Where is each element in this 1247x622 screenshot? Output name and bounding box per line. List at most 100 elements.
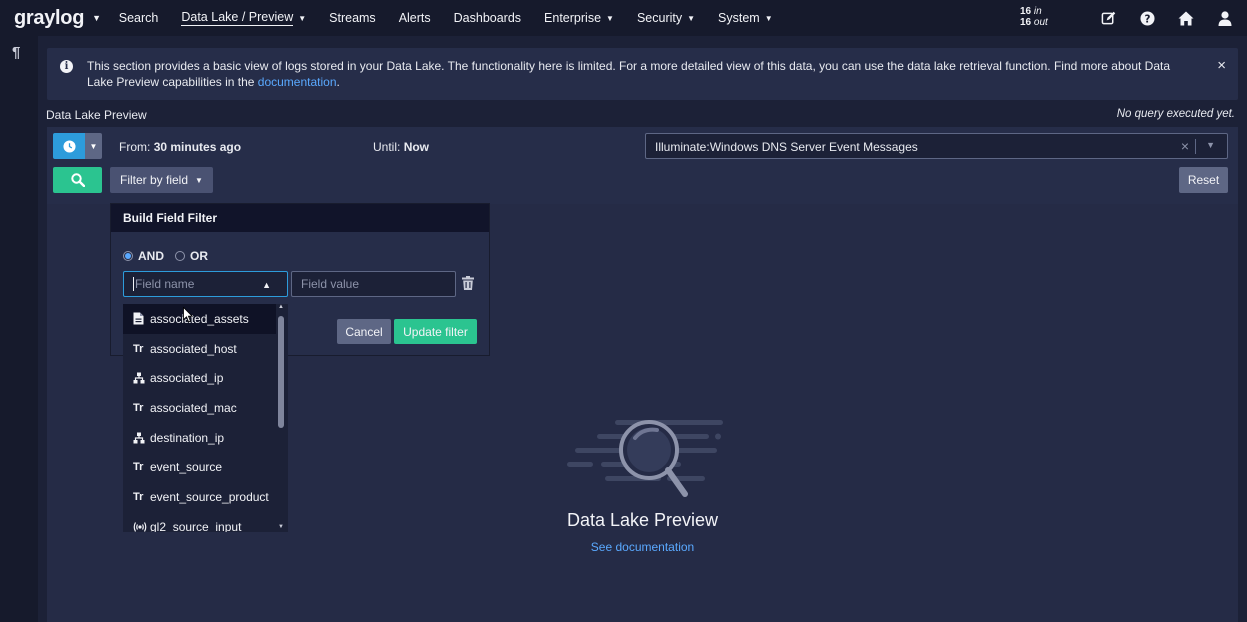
trash-icon[interactable]: [462, 276, 474, 290]
logic-radio-group: AND OR: [123, 249, 219, 263]
svg-text:?: ?: [1144, 13, 1150, 25]
field-value-input[interactable]: Field value: [291, 271, 456, 297]
field-option-label: event_source_product: [150, 489, 269, 504]
field-option-associated-host[interactable]: Tr associated_host: [123, 334, 276, 364]
nav-item-label: Enterprise: [544, 11, 602, 25]
logo-text: graylog: [14, 6, 85, 29]
query-bar: ▼ From: 30 minutes ago Until: Now Illumi…: [47, 127, 1238, 205]
from-value: 30 minutes ago: [153, 140, 242, 154]
nav-menu: Search Data Lake / Preview ▼ Streams Alerts D…: [119, 0, 796, 36]
user-icon[interactable]: [1217, 10, 1233, 26]
mouse-cursor-icon: [183, 307, 193, 323]
or-radio[interactable]: OR: [175, 249, 208, 263]
edit-icon[interactable]: [1100, 10, 1116, 26]
documentation-link[interactable]: documentation: [258, 75, 337, 89]
radio-unchecked-icon[interactable]: [175, 251, 185, 261]
field-option-event-source[interactable]: Tr event_source: [123, 452, 276, 482]
field-option-event-source-product[interactable]: Tr event_source_product: [123, 482, 276, 512]
banner-text-after: .: [336, 75, 340, 89]
field-option-gl2-source-input[interactable]: gl2_source_input: [123, 512, 276, 532]
chevron-up-icon[interactable]: ▲: [262, 280, 271, 290]
graylog-logo[interactable]: graylog ▼: [14, 7, 101, 30]
popover-title: Build Field Filter: [111, 204, 489, 232]
field-option-label: destination_ip: [150, 430, 225, 445]
nav-item-dashboards[interactable]: Dashboards: [454, 0, 521, 36]
field-option-associated-assets[interactable]: associated_assets: [123, 304, 276, 334]
see-documentation-link[interactable]: See documentation: [47, 540, 1238, 554]
dropdown-scrollbar[interactable]: ▲ ▼: [277, 304, 285, 530]
info-banner: i This section provides a basic view of …: [47, 48, 1238, 100]
nav-item-search[interactable]: Search: [119, 0, 159, 36]
nav-item-security[interactable]: Security ▼: [637, 0, 695, 36]
nav-item-system[interactable]: System ▼: [718, 0, 773, 36]
nav-item-data-lake-preview[interactable]: Data Lake / Preview ▼: [181, 0, 306, 36]
field-name-placeholder: Field name: [135, 277, 195, 291]
and-label: AND: [138, 249, 164, 263]
filter-by-field-button[interactable]: Filter by field ▼: [110, 167, 213, 193]
field-option-destination-ip[interactable]: destination_ip: [123, 423, 276, 453]
field-option-label: associated_ip: [150, 371, 224, 386]
search-button[interactable]: [53, 167, 102, 193]
until-value: Now: [403, 140, 430, 154]
text-type-icon: Tr: [133, 490, 144, 503]
chevron-down-icon: ▼: [298, 13, 307, 23]
filter-by-field-label: Filter by field: [120, 173, 189, 187]
nav-item-label: Dashboards: [453, 11, 522, 25]
stream-select-value: Illuminate:Windows DNS Server Event Mess…: [655, 140, 918, 154]
chevron-down-icon: ▼: [764, 13, 773, 23]
field-value-placeholder: Field value: [301, 277, 360, 291]
scroll-up-icon[interactable]: ▲: [278, 304, 284, 310]
nav-item-alerts[interactable]: Alerts: [399, 0, 431, 36]
top-icon-bar: ?: [1077, 0, 1233, 36]
magnifier-illustration: [567, 420, 723, 497]
text-caret: [133, 277, 134, 291]
and-radio[interactable]: AND: [123, 249, 164, 263]
clear-icon[interactable]: ×: [1181, 138, 1189, 154]
chevron-down-icon[interactable]: ▼: [85, 133, 102, 159]
from-label: From:: [119, 140, 151, 154]
reset-button[interactable]: Reset: [1179, 167, 1228, 193]
field-name-select[interactable]: Field name ▲: [123, 271, 288, 297]
chevron-down-icon[interactable]: ▼: [1206, 140, 1215, 150]
pilcrow-icon[interactable]: ¶: [12, 44, 20, 61]
select-separator: [1195, 139, 1196, 154]
field-option-associated-mac[interactable]: Tr associated_mac: [123, 393, 276, 423]
network-icon: [133, 432, 147, 444]
top-navigation: graylog ▼ Search Data Lake / Preview ▼ Stre…: [0, 0, 1247, 36]
text-type-icon: Tr: [133, 401, 144, 414]
throughput-indicator[interactable]: 16 in 16 out: [1020, 6, 1048, 28]
scrollbar-thumb[interactable]: [278, 316, 284, 428]
help-icon[interactable]: ?: [1139, 10, 1155, 26]
radio-checked-icon[interactable]: [123, 251, 133, 261]
field-option-label: event_source: [150, 460, 223, 475]
update-filter-button[interactable]: Update filter: [394, 319, 477, 344]
page-title: Data Lake Preview: [46, 108, 147, 122]
field-option-label: associated_mac: [150, 400, 237, 415]
chevron-down-icon: ▼: [606, 13, 614, 23]
network-icon: [133, 372, 147, 384]
stream-select[interactable]: Illuminate:Windows DNS Server Event Mess…: [645, 133, 1228, 159]
until-label: Until:: [373, 140, 401, 154]
field-option-associated-ip[interactable]: associated_ip: [123, 363, 276, 393]
nav-item-label: Search: [118, 11, 159, 25]
time-range-button[interactable]: ▼: [53, 133, 102, 159]
field-option-label: gl2_source_input: [150, 519, 242, 532]
throughput-in-label: in: [1033, 6, 1042, 17]
scroll-down-icon[interactable]: ▼: [278, 524, 284, 530]
close-icon[interactable]: ×: [1217, 57, 1226, 74]
field-name-dropdown: associated_assets Tr associated_host associ…: [123, 304, 288, 532]
nav-item-label: Data Lake / Preview: [181, 10, 294, 26]
chevron-down-icon: ▼: [195, 175, 203, 185]
time-until: Until: Now: [373, 140, 429, 154]
home-icon[interactable]: [1178, 10, 1194, 26]
time-from: From: 30 minutes ago: [119, 140, 241, 154]
nav-item-streams[interactable]: Streams: [329, 0, 376, 36]
clock-icon[interactable]: [53, 133, 85, 159]
query-status: No query executed yet.: [1116, 108, 1235, 120]
nav-item-label: Security: [636, 11, 683, 25]
document-icon: [133, 312, 147, 325]
cancel-button[interactable]: Cancel: [337, 319, 391, 344]
nav-item-enterprise[interactable]: Enterprise ▼: [544, 0, 614, 36]
chevron-down-icon: ▼: [687, 13, 696, 23]
field-option-label: associated_host: [150, 341, 237, 356]
